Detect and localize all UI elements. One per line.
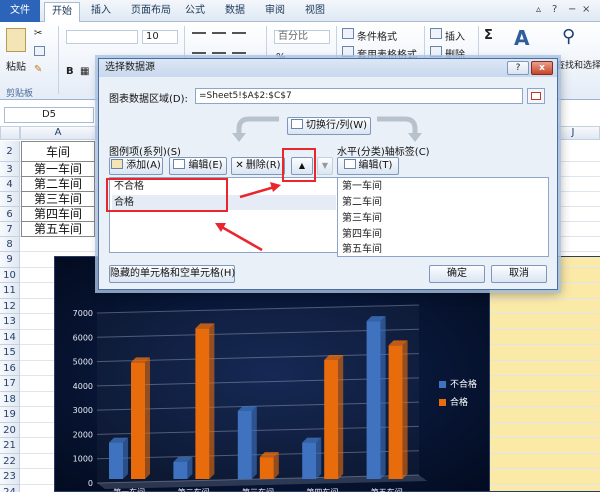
annotation-arrow-to-series — [215, 223, 263, 252]
annotation-arrows — [215, 182, 281, 252]
annotation-arrow-to-move-up — [239, 182, 281, 199]
excel-window: 文件 开始 插入 页面布局 公式 数据 审阅 视图 设计 布局 格式 ▵ ? −… — [0, 0, 600, 492]
